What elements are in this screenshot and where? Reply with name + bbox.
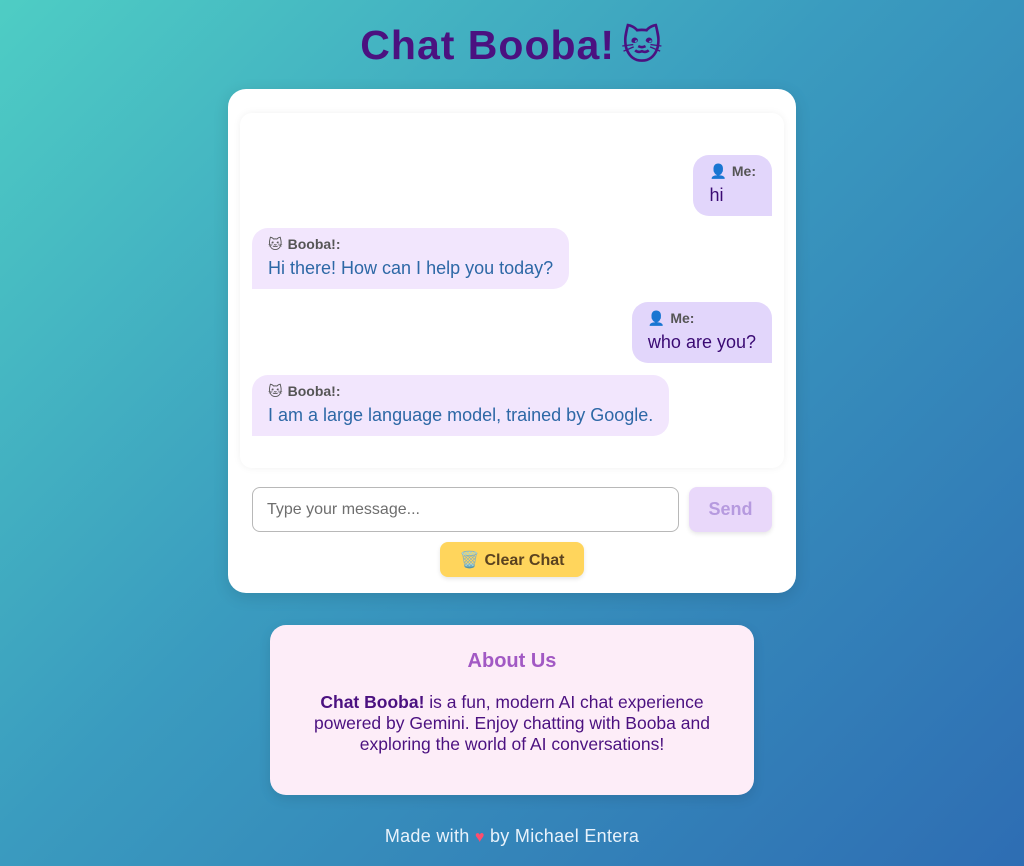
bot-message: 🐱 Booba!: Hi there! How can I help you to…	[252, 228, 570, 289]
chat-messages: 👤 Me: hi 🐱 Booba!: Hi there! How can I hel…	[240, 113, 784, 468]
message-text: Hi there! How can I help you today?	[268, 258, 554, 278]
footer-prefix: Made with	[384, 826, 470, 846]
send-button[interactable]: Send	[689, 487, 772, 532]
bot-message: 🐱 Booba!: I am a large language model, tr…	[252, 375, 670, 436]
heart-icon: ♥	[474, 829, 485, 846]
user-message: 👤 Me: who are you?	[631, 302, 772, 363]
message-sender: 👤 Me:	[709, 163, 756, 180]
footer: Made with ♥ by Michael Entera	[0, 826, 1024, 847]
user-message: 👤 Me: hi	[693, 155, 772, 216]
message-text: who are you?	[647, 332, 756, 352]
user-icon: 👤	[647, 310, 666, 326]
message-sender: 🐱 Booba!:	[268, 383, 653, 400]
sender-label: Me:	[731, 163, 756, 179]
page-title: Chat Booba! 🐱	[0, 22, 1024, 69]
about-brand: Chat Booba!	[320, 692, 425, 712]
clear-chat-label: Clear Chat	[484, 551, 565, 569]
about-us-card: About Us Chat Booba! is a fun, modern AI…	[270, 625, 754, 795]
footer-suffix: by Michael Entera	[490, 826, 640, 846]
page-title-text: Chat Booba!	[360, 22, 615, 68]
user-icon: 👤	[709, 163, 727, 179]
clear-chat-button[interactable]: 🗑️ Clear Chat	[440, 542, 584, 577]
about-description: Chat Booba! is a fun, modern AI chat exp…	[302, 692, 722, 755]
trash-icon: 🗑️	[459, 551, 480, 569]
message-input-row: Send	[252, 487, 772, 532]
message-sender: 🐱 Booba!:	[268, 236, 553, 253]
message-text: hi	[709, 185, 724, 205]
about-heading: About Us	[467, 650, 557, 672]
sender-label: Me:	[670, 310, 695, 326]
chat-card: 👤 Me: hi 🐱 Booba!: Hi there! How can I hel…	[228, 89, 796, 593]
cat-icon: 🐱	[268, 383, 283, 399]
message-input[interactable]	[252, 487, 679, 532]
cat-icon: 🐱	[268, 236, 283, 252]
sender-label: Booba!:	[287, 383, 341, 399]
sender-label: Booba!:	[287, 236, 341, 252]
message-text: I am a large language model, trained by …	[268, 405, 654, 425]
message-sender: 👤 Me:	[648, 310, 756, 327]
cat-icon: 🐱	[621, 24, 664, 68]
